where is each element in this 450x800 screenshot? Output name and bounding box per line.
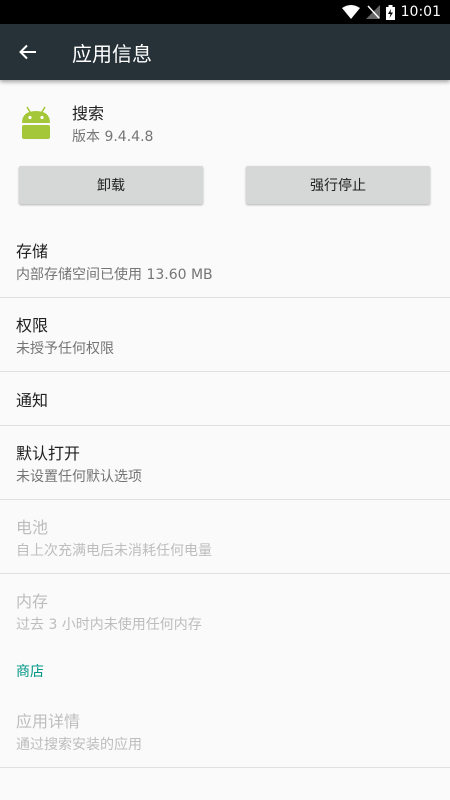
permissions-item[interactable]: 权限 未授予任何权限 — [0, 298, 450, 372]
app-name: 搜索 — [72, 104, 105, 123]
notifications-item[interactable]: 通知 — [0, 372, 450, 426]
item-summary: 未授予任何权限 — [16, 340, 114, 357]
item-title: 应用详情 — [16, 711, 81, 731]
storage-item[interactable]: 存储 内部存储空间已使用 13.60 MB — [0, 224, 450, 298]
android-app-icon — [18, 105, 54, 141]
no-signal-icon — [365, 5, 380, 19]
action-buttons: 卸载 强行停止 — [0, 158, 450, 204]
app-version: 版本 9.4.4.8 — [72, 129, 154, 145]
item-title: 权限 — [16, 315, 49, 335]
battery-charging-icon — [385, 4, 395, 20]
item-summary: 内部存储空间已使用 13.60 MB — [16, 266, 213, 283]
store-section-header: 商店 — [16, 664, 44, 680]
battery-item: 电池 自上次充满电后未消耗任何电量 — [0, 500, 450, 574]
wifi-icon — [341, 5, 360, 19]
item-summary: 自上次充满电后未消耗任何电量 — [16, 542, 212, 559]
settings-list: 存储 内部存储空间已使用 13.60 MB 权限 未授予任何权限 通知 默认打开… — [0, 224, 450, 768]
app-details-item: 应用详情 通过搜索安装的应用 — [0, 694, 450, 768]
back-button[interactable] — [0, 24, 56, 80]
memory-item: 内存 过去 3 小时内未使用任何内存 — [0, 574, 450, 648]
page-title: 应用信息 — [72, 41, 152, 66]
uninstall-button[interactable]: 卸载 — [19, 166, 203, 204]
item-title: 默认打开 — [16, 443, 81, 463]
item-summary: 未设置任何默认选项 — [16, 468, 142, 485]
app-header: 搜索 版本 9.4.4.8 — [0, 80, 450, 158]
force-stop-button[interactable]: 强行停止 — [246, 166, 430, 204]
item-title: 存储 — [16, 241, 49, 261]
open-by-default-item[interactable]: 默认打开 未设置任何默认选项 — [0, 426, 450, 500]
toolbar: 应用信息 — [0, 24, 450, 80]
item-title: 通知 — [16, 390, 49, 410]
item-title: 内存 — [16, 592, 49, 611]
status-bar: 10:01 — [0, 0, 450, 24]
item-title: 电池 — [16, 517, 49, 537]
item-summary: 过去 3 小时内未使用任何内存 — [16, 617, 202, 633]
item-summary: 通过搜索安装的应用 — [16, 736, 142, 753]
arrow-back-icon — [19, 44, 36, 60]
status-time: 10:01 — [400, 4, 441, 20]
